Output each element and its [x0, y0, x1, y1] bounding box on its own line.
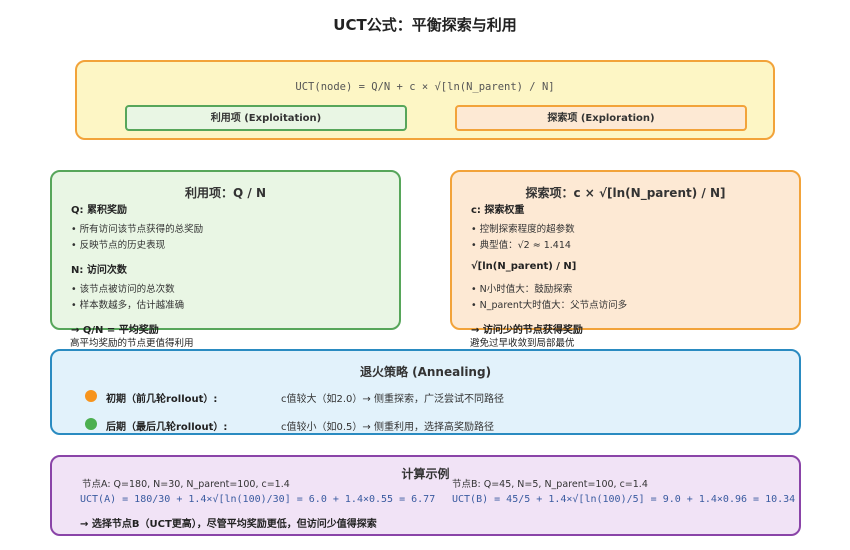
- exploitation-note: 高平均奖励的节点更值得利用: [70, 338, 194, 349]
- exploitation-conclusion: → Q/N = 平均奖励: [71, 325, 159, 336]
- exploitation-title: 利用项：Q / N: [185, 186, 266, 200]
- node-a-formula: UCT(A) = 180/30 + 1.4×√[ln(100)/30] = 6.…: [80, 494, 436, 505]
- list-item: • 反映节点的历史表现: [71, 240, 166, 251]
- annealing-panel: 退火策略 (Annealing) 初期（前几轮rollout）: c值较大（如2…: [50, 349, 801, 435]
- formula-box: UCT(node) = Q/N + c × √[ln(N_parent) / N…: [75, 60, 775, 140]
- exploration-pill: 探索项 (Exploration): [455, 105, 747, 131]
- calculation-conclusion: → 选择节点B（UCT更高），尽管平均奖励更低，但访问少值得探索: [80, 519, 377, 530]
- early-dot-icon: [85, 390, 97, 402]
- exploitation-pill: 利用项 (Exploitation): [125, 105, 407, 131]
- late-phase-label: 后期（最后几轮rollout）:: [106, 422, 228, 433]
- q-heading: Q: 累积奖励: [71, 205, 127, 216]
- early-phase-desc: c值较大（如2.0）→ 侧重探索，广泛尝试不同路径: [281, 394, 504, 405]
- exploration-title: 探索项：c × √[ln(N_parent) / N]: [525, 186, 726, 200]
- uct-formula: UCT(node) = Q/N + c × √[ln(N_parent) / N…: [295, 81, 555, 93]
- node-b-formula: UCT(B) = 45/5 + 1.4×√[ln(100)/5] = 9.0 +…: [452, 494, 796, 505]
- sqrt-heading: √[ln(N_parent) / N]: [471, 261, 577, 272]
- late-phase-desc: c值较小（如0.5）→ 侧重利用，选择高奖励路径: [281, 422, 494, 433]
- list-item: • 样本数越多，估计越准确: [71, 300, 185, 311]
- list-item: • N小时值大：鼓励探索: [471, 284, 573, 295]
- list-item: • 该节点被访问的总次数: [71, 284, 175, 295]
- exploration-note: 避免过早收敛到局部最优: [470, 338, 575, 349]
- list-item: • 所有访问该节点获得的总奖励: [71, 224, 204, 235]
- node-a-params: 节点A: Q=180, N=30, N_parent=100, c=1.4: [82, 479, 290, 490]
- c-heading: c: 探索权重: [471, 205, 525, 216]
- list-item: • N_parent大时值大：父节点访问多: [471, 300, 628, 311]
- list-item: • 典型值：√2 ≈ 1.414: [471, 240, 571, 251]
- annealing-title: 退火策略 (Annealing): [359, 365, 492, 379]
- n-heading: N: 访问次数: [71, 265, 127, 276]
- exploration-panel: 探索项：c × √[ln(N_parent) / N] c: 探索权重 • 控制…: [450, 170, 801, 336]
- exploration-conclusion: → 访问少的节点获得奖励: [471, 325, 583, 336]
- early-phase-label: 初期（前几轮rollout）:: [106, 394, 218, 405]
- page-title: UCT公式：平衡探索与利用: [333, 16, 517, 34]
- exploitation-panel: 利用项：Q / N Q: 累积奖励 • 所有访问该节点获得的总奖励 • 反映节点…: [50, 170, 401, 336]
- late-dot-icon: [85, 418, 97, 430]
- list-item: • 控制探索程度的超参数: [471, 224, 575, 235]
- calculation-panel: 计算示例 节点A: Q=180, N=30, N_parent=100, c=1…: [50, 455, 801, 536]
- node-b-params: 节点B: Q=45, N=5, N_parent=100, c=1.4: [452, 479, 648, 490]
